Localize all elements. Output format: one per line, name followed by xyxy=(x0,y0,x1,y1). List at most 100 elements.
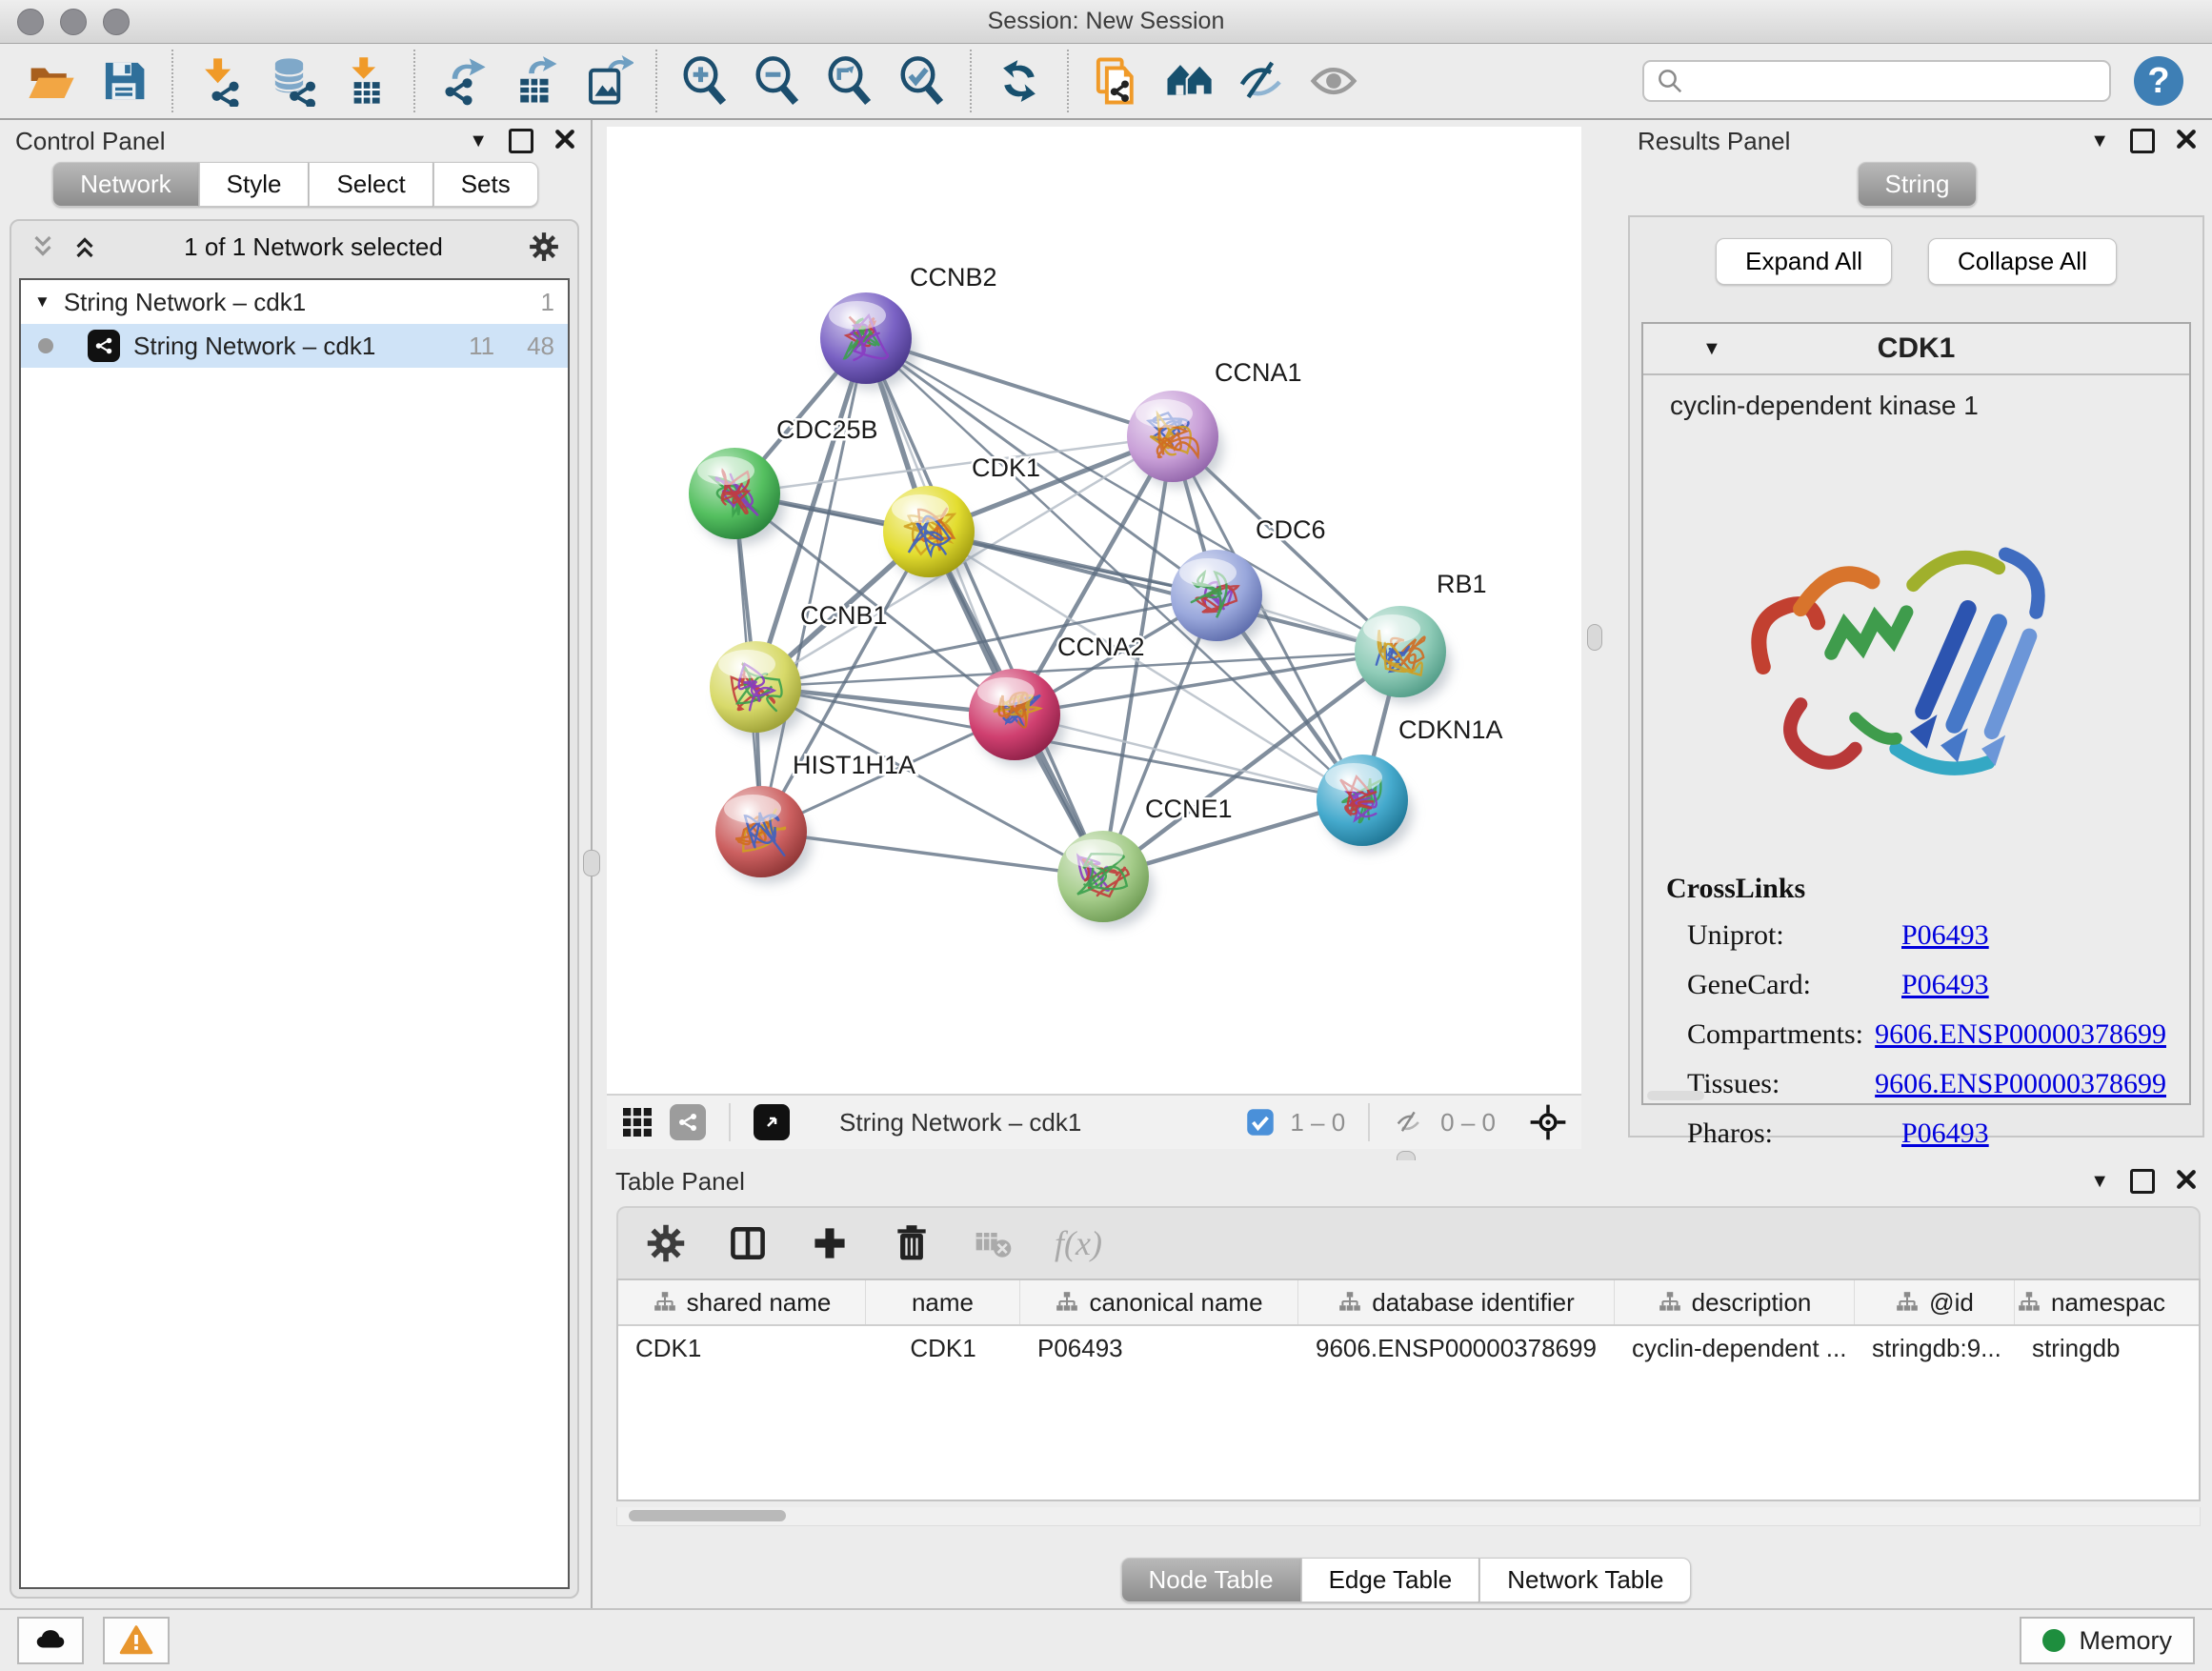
close-panel-icon[interactable] xyxy=(554,127,575,156)
import-network-from-database-icon[interactable] xyxy=(263,50,324,111)
scrollbar-thumb[interactable] xyxy=(629,1510,786,1521)
close-panel-icon[interactable] xyxy=(2176,1167,2197,1197)
compartments-link[interactable]: 9606.ENSP00000378699 xyxy=(1875,1018,2166,1051)
export-network-icon[interactable] xyxy=(432,50,493,111)
search-input[interactable] xyxy=(1692,67,2098,95)
collapse-panel-icon[interactable]: ▼ xyxy=(469,131,488,152)
minimize-window-button[interactable] xyxy=(60,9,87,35)
grid-view-icon[interactable] xyxy=(620,1105,654,1139)
gear-icon[interactable] xyxy=(528,231,560,263)
column-header[interactable]: @id xyxy=(1855,1280,2015,1324)
zoom-fit-content-icon[interactable] xyxy=(819,50,880,111)
save-session-icon[interactable] xyxy=(93,50,154,111)
float-panel-icon[interactable] xyxy=(2130,129,2155,153)
tab-edge-table[interactable]: Edge Table xyxy=(1301,1558,1480,1602)
network-node-HIST1H1A[interactable]: HIST1H1A xyxy=(715,751,915,883)
tab-string[interactable]: String xyxy=(1858,162,1978,207)
network-collection-row[interactable]: ▼ String Network – cdk1 1 xyxy=(21,280,568,324)
collapse-panel-icon[interactable]: ▼ xyxy=(2090,1171,2109,1193)
column-header[interactable]: canonical name xyxy=(1020,1280,1298,1324)
tab-node-table[interactable]: Node Table xyxy=(1121,1558,1301,1602)
node-label-CCNB1: CCNB1 xyxy=(800,601,888,630)
tab-network[interactable]: Network xyxy=(52,162,198,207)
node-table-grid[interactable]: shared name name canonical name database… xyxy=(616,1278,2201,1501)
zoom-selected-icon[interactable] xyxy=(892,50,953,111)
cloud-status-button[interactable] xyxy=(17,1617,84,1664)
add-column-icon[interactable] xyxy=(809,1222,851,1264)
network-node-CCNE1[interactable]: CCNE1 xyxy=(1057,795,1233,928)
network-list-box: 1 of 1 Network selected ▼ String Network… xyxy=(10,219,579,1599)
vertical-splitter-handle[interactable] xyxy=(583,850,600,876)
memory-button[interactable]: Memory xyxy=(2020,1617,2195,1664)
import-table-from-file-icon[interactable] xyxy=(335,50,396,111)
pharos-link[interactable]: P06493 xyxy=(1901,1117,1989,1150)
selected-checkbox-icon[interactable] xyxy=(1246,1108,1275,1137)
help-icon[interactable]: ? xyxy=(2134,56,2183,106)
network-edge-HIST1H1A-CCNE1[interactable] xyxy=(761,832,1103,876)
collapse-all-icon[interactable] xyxy=(29,232,57,261)
birds-eye-view-icon[interactable] xyxy=(1528,1102,1568,1142)
network-node-CCNA1[interactable]: CCNA1 xyxy=(1127,358,1302,488)
show-graphics-details-icon[interactable] xyxy=(1303,50,1364,111)
network-node-RB1[interactable]: RB1 xyxy=(1355,570,1487,703)
genecard-link[interactable]: P06493 xyxy=(1901,969,1989,1001)
tissues-link[interactable]: 9606.ENSP00000378699 xyxy=(1875,1068,2166,1100)
table-row[interactable]: CDK1 CDK1 P06493 9606.ENSP00000378699 cy… xyxy=(618,1326,2199,1370)
hidden-count: 0 – 0 xyxy=(1440,1108,1496,1137)
export-image-icon[interactable] xyxy=(577,50,638,111)
detach-view-icon[interactable] xyxy=(754,1104,790,1140)
network-node-CDK1[interactable]: CDK1 xyxy=(883,453,1040,583)
float-panel-icon[interactable] xyxy=(2130,1169,2155,1194)
hide-graphics-details-icon[interactable] xyxy=(1231,50,1292,111)
column-header[interactable]: description xyxy=(1615,1280,1855,1324)
search-box[interactable] xyxy=(1642,60,2111,102)
table-horizontal-scrollbar[interactable] xyxy=(616,1507,2201,1526)
network-view-icon[interactable] xyxy=(670,1104,706,1140)
refresh-icon[interactable] xyxy=(989,50,1050,111)
network-node-CCNB1[interactable]: CCNB1 xyxy=(710,601,888,738)
network-node-CDC25B[interactable]: CDC25B xyxy=(689,415,878,545)
node-label-CCNB2: CCNB2 xyxy=(910,263,997,292)
collapse-panel-icon[interactable]: ▼ xyxy=(2090,131,2109,152)
show-columns-icon[interactable] xyxy=(727,1222,769,1264)
network-edge-CDK1-RB1[interactable] xyxy=(929,532,1400,652)
expand-all-icon[interactable] xyxy=(70,232,99,261)
zoom-out-icon[interactable] xyxy=(747,50,808,111)
open-session-icon[interactable] xyxy=(21,50,82,111)
close-window-button[interactable] xyxy=(17,9,44,35)
network-edge-CCNA1-CDC25B[interactable] xyxy=(734,436,1173,493)
delete-table-icon-disabled xyxy=(973,1222,1015,1264)
column-header[interactable]: name xyxy=(866,1280,1020,1324)
network-snapshot-icon[interactable] xyxy=(1086,50,1147,111)
network-canvas[interactable]: CCNB2CCNA1CDC25BCDK1CDC6RB1CCNB1CCNA2CDK… xyxy=(607,127,1581,1094)
delete-column-icon[interactable] xyxy=(891,1222,933,1264)
import-network-from-file-icon[interactable] xyxy=(191,50,251,111)
column-header[interactable]: namespac xyxy=(2015,1280,2167,1324)
collapse-all-button[interactable]: Collapse All xyxy=(1928,238,2117,285)
network-row-selected[interactable]: String Network – cdk1 11 48 xyxy=(21,324,568,368)
zoom-in-icon[interactable] xyxy=(674,50,735,111)
warnings-button[interactable] xyxy=(103,1617,170,1664)
column-header[interactable]: database identifier xyxy=(1298,1280,1615,1324)
tab-sets[interactable]: Sets xyxy=(433,162,538,207)
expand-all-button[interactable]: Expand All xyxy=(1716,238,1892,285)
export-table-icon[interactable] xyxy=(505,50,566,111)
tab-style[interactable]: Style xyxy=(199,162,310,207)
tab-select[interactable]: Select xyxy=(309,162,432,207)
tab-network-table[interactable]: Network Table xyxy=(1479,1558,1691,1602)
float-panel-icon[interactable] xyxy=(509,129,533,153)
houses-icon[interactable] xyxy=(1158,50,1219,111)
close-panel-icon[interactable] xyxy=(2176,127,2197,156)
column-header[interactable]: shared name xyxy=(618,1280,866,1324)
network-graph: CCNB2CCNA1CDC25BCDK1CDC6RB1CCNB1CCNA2CDK… xyxy=(607,127,1581,1094)
network-edge-CCNB2-CCNE1[interactable] xyxy=(866,338,1103,876)
entry-scrollbar-thumb[interactable] xyxy=(1647,1091,1704,1100)
node-label-CDK1: CDK1 xyxy=(972,453,1040,482)
tree-expand-icon[interactable]: ▼ xyxy=(34,292,50,312)
network-node-CDKN1A[interactable]: CDKN1A xyxy=(1317,715,1503,852)
vertical-splitter-handle[interactable] xyxy=(1587,624,1602,651)
zoom-window-button[interactable] xyxy=(103,9,130,35)
collapse-entry-icon[interactable]: ▼ xyxy=(1702,338,1721,360)
uniprot-link[interactable]: P06493 xyxy=(1901,919,1989,952)
table-options-gear-icon[interactable] xyxy=(645,1222,687,1264)
